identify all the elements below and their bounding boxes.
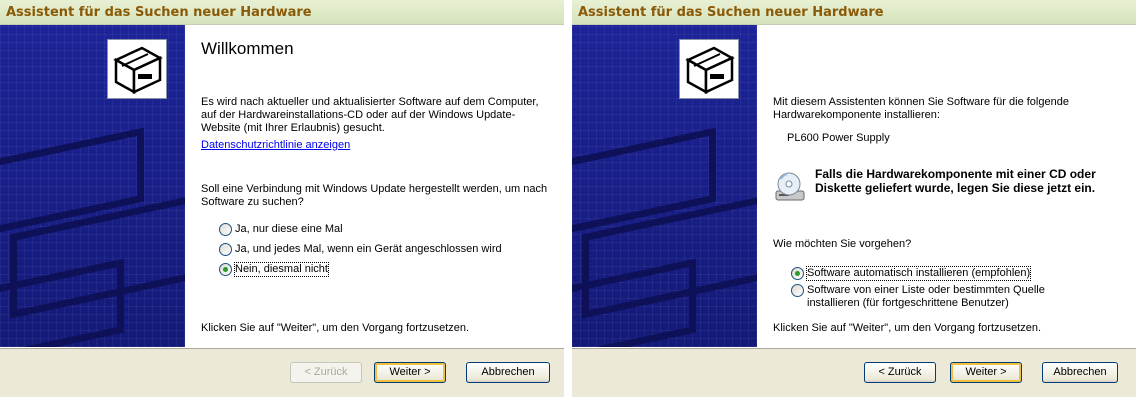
next-button[interactable]: Weiter >: [374, 362, 446, 383]
wizard-content: Willkommen Es wird nach aktueller und ak…: [185, 25, 564, 347]
cancel-button[interactable]: Abbrechen: [466, 362, 550, 383]
radio-yes-once[interactable]: [219, 223, 232, 236]
continue-text: Klicken Sie auf "Weiter", um den Vorgang…: [773, 322, 1042, 334]
radio-no[interactable]: [219, 263, 232, 276]
title-bar[interactable]: Assistent für das Suchen neuer Hardware: [0, 0, 564, 25]
cd-drive-icon: [773, 171, 807, 208]
intro-text: Es wird nach aktueller und aktualisierte…: [201, 96, 539, 134]
radio-yes-always-label[interactable]: Ja, und jedes Mal, wenn ein Gerät angesc…: [235, 243, 502, 256]
privacy-link[interactable]: Datenschutzrichtlinie anzeigen: [201, 139, 350, 152]
button-bar: < Zurück Weiter > Abbrechen: [572, 347, 1136, 397]
question-text: Soll eine Verbindung mit Windows Update …: [201, 183, 548, 208]
radio-manual-install[interactable]: [791, 284, 804, 297]
next-button[interactable]: Weiter >: [950, 362, 1022, 383]
device-name: PL600 Power Supply: [787, 132, 890, 144]
back-button[interactable]: < Zurück: [290, 362, 362, 383]
window-title: Assistent für das Suchen neuer Hardware: [578, 5, 884, 20]
page-title: Willkommen: [201, 39, 294, 58]
continue-text: Klicken Sie auf "Weiter", um den Vorgang…: [201, 322, 470, 334]
radio-auto-install[interactable]: [791, 267, 804, 280]
cd-notice: Falls die Hardwarekomponente mit einer C…: [815, 167, 1096, 195]
hardware-icon: [679, 39, 739, 99]
title-bar[interactable]: Assistent für das Suchen neuer Hardware: [572, 0, 1136, 25]
wizard-window-install: Assistent für das Suchen neuer Hardware …: [572, 0, 1136, 397]
question-text: Wie möchten Sie vorgehen?: [773, 238, 912, 250]
radio-no-label[interactable]: Nein, diesmal nicht: [234, 262, 329, 277]
radio-auto-install-label[interactable]: Software automatisch installieren (empfo…: [805, 266, 1032, 281]
wizard-sidebar-graphic: [572, 25, 757, 347]
wizard-content: Mit diesem Assistenten können Sie Softwa…: [757, 25, 1136, 347]
back-button[interactable]: < Zurück: [864, 362, 936, 383]
radio-yes-always[interactable]: [219, 243, 232, 256]
button-bar: < Zurück Weiter > Abbrechen: [0, 347, 564, 397]
hardware-icon: [107, 39, 167, 99]
wizard-sidebar-graphic: [0, 25, 185, 347]
wizard-window-welcome: Assistent für das Suchen neuer Hardware …: [0, 0, 564, 397]
radio-manual-install-label[interactable]: Software von einer Liste oder bestimmten…: [807, 284, 1087, 310]
radio-yes-once-label[interactable]: Ja, nur diese eine Mal: [235, 223, 343, 236]
intro-text: Mit diesem Assistenten können Sie Softwa…: [773, 96, 1069, 121]
window-title: Assistent für das Suchen neuer Hardware: [6, 5, 312, 20]
cancel-button[interactable]: Abbrechen: [1042, 362, 1118, 383]
